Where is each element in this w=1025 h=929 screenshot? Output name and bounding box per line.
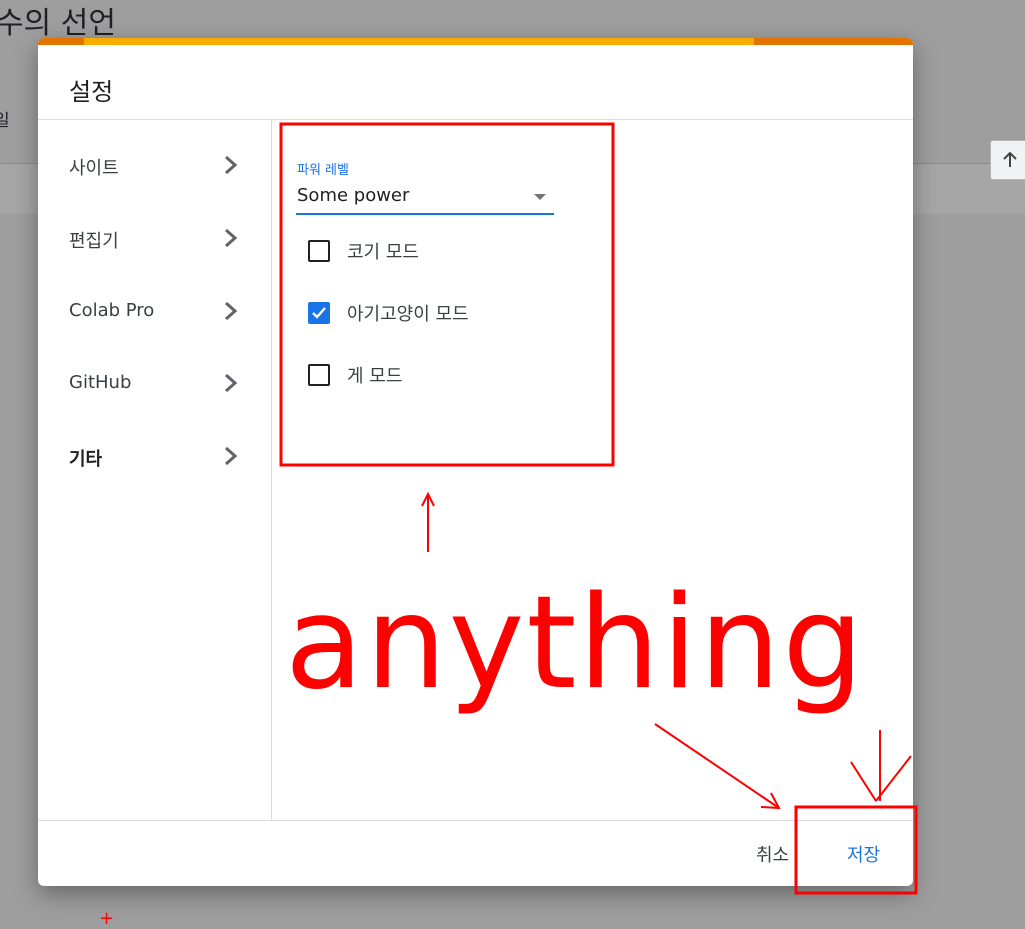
power-level-select[interactable]: Some power [296, 180, 554, 215]
chevron-right-icon [225, 301, 238, 321]
checkbox-unchecked-icon [308, 364, 330, 386]
checkbox-checked-icon [308, 302, 330, 324]
dropdown-arrow-icon [534, 194, 546, 200]
chevron-right-icon [225, 155, 238, 175]
nav-item-label: 편집기 [69, 231, 119, 252]
dialog-progress-fill [84, 38, 754, 45]
arrow-up-icon [1003, 151, 1017, 167]
checkbox-label: 코기 모드 [347, 242, 419, 263]
dialog-title: 설정 [69, 78, 114, 106]
settings-dialog: 설정 사이트 편집기 Colab Pro GitHub 기타 파워 레벨 Som… [38, 38, 913, 886]
dialog-progress-bar [38, 38, 913, 45]
annotation-plus: + [99, 908, 115, 929]
nav-item-label: 사이트 [69, 158, 119, 179]
corgi-mode-checkbox[interactable]: 코기 모드 [308, 238, 508, 266]
crab-mode-checkbox[interactable]: 게 모드 [308, 362, 508, 390]
nav-item-colab-pro[interactable]: Colab Pro [38, 284, 271, 340]
nav-divider [271, 120, 272, 820]
scroll-up-button[interactable] [990, 140, 1025, 180]
kitten-mode-checkbox[interactable]: 아기고양이 모드 [308, 300, 508, 328]
chevron-right-icon [225, 228, 238, 248]
checkbox-label: 게 모드 [347, 366, 403, 387]
nav-item-editor[interactable]: 편집기 [38, 211, 271, 267]
cancel-button[interactable]: 취소 [756, 841, 789, 867]
nav-item-misc[interactable]: 기타 [38, 429, 271, 485]
chevron-right-icon [225, 446, 238, 466]
dialog-footer-divider [38, 820, 913, 821]
chevron-right-icon [225, 373, 238, 393]
checkbox-label: 아기고양이 모드 [347, 304, 469, 325]
annotation-text: anything [285, 569, 866, 718]
nav-item-label: 기타 [69, 449, 103, 470]
background-side-text: 일 [0, 111, 10, 131]
nav-item-github[interactable]: GitHub [38, 356, 271, 412]
dialog-header-divider [38, 119, 913, 120]
nav-item-label: GitHub [69, 372, 132, 393]
nav-item-label: Colab Pro [69, 300, 155, 321]
power-level-value: Some power [297, 185, 410, 206]
power-level-label: 파워 레벨 [297, 163, 349, 178]
checkbox-unchecked-icon [308, 240, 330, 262]
background-page-title: 수의 선언 [0, 6, 116, 41]
nav-item-site[interactable]: 사이트 [38, 138, 271, 194]
save-button[interactable]: 저장 [847, 841, 880, 867]
